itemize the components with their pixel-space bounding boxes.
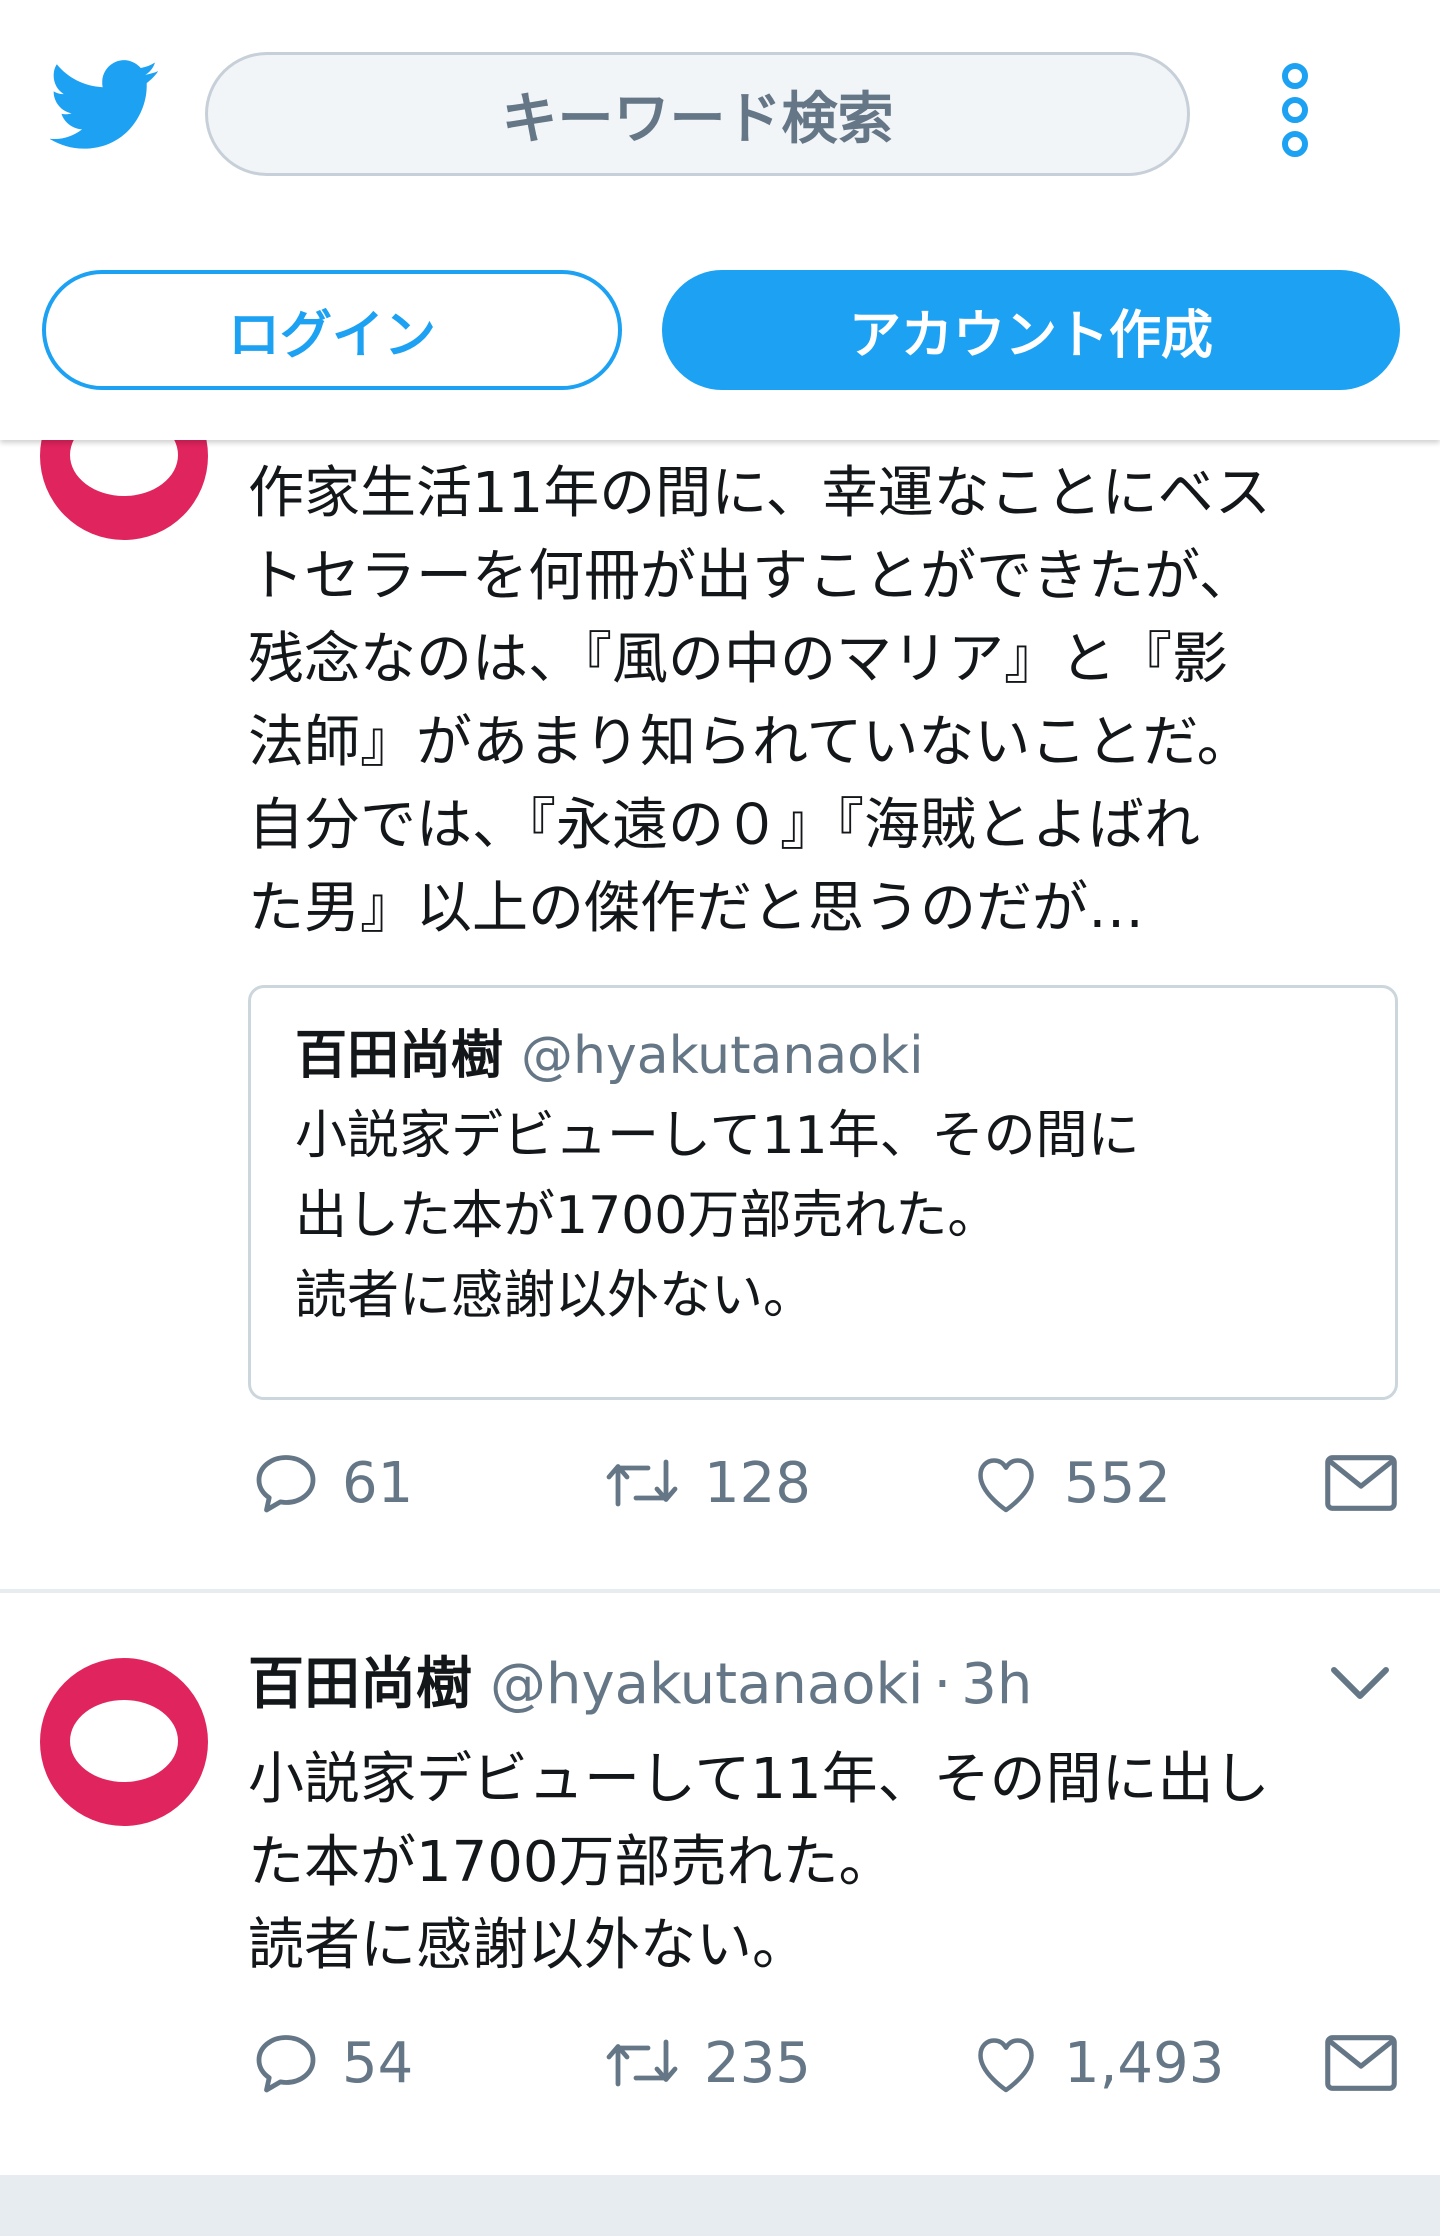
tweet-text: 小説家デビューして11年、その間に出し た本が1700万部売れた。 読者に感謝以… [248, 1738, 1270, 1987]
heart-icon [978, 2038, 1034, 2093]
tweet-text-line: 自分では、『永遠の０』『海賊とよばれ [248, 793, 1200, 858]
reply-count: 61 [342, 1450, 414, 1516]
direct-message-button[interactable] [1323, 1443, 1419, 1523]
quoted-tweet-line: 出した本が1700万部売れた。 [295, 1186, 1000, 1246]
retweet-count: 235 [704, 2030, 811, 2096]
chevron-down-icon[interactable] [1328, 1662, 1392, 1706]
like-count: 1,493 [1064, 2030, 1225, 2096]
reply-icon [256, 1455, 316, 1513]
like-count: 552 [1064, 1450, 1171, 1516]
retweet-count: 128 [704, 1450, 811, 1516]
heart-icon [978, 1458, 1034, 1513]
more-options-icon[interactable] [1275, 60, 1315, 160]
quoted-tweet-header: 百田尚樹 @hyakutanaoki [295, 1016, 1395, 1096]
tweet-text-line: 読者に感謝以外ない。 [248, 1913, 808, 1978]
twitter-bird-icon[interactable] [50, 60, 160, 152]
direct-message-button[interactable] [1323, 2023, 1419, 2103]
tweet-text: 作家生活11年の間に、幸運なことにベス トセラーを何冊が出すことができたが、 残… [248, 452, 1271, 950]
reply-icon [256, 2035, 316, 2093]
login-button[interactable]: ログイン [42, 270, 622, 390]
tweet-timestamp[interactable]: 3h [961, 1652, 1032, 1717]
reply-button[interactable]: 61 [250, 1443, 413, 1523]
tweet-header: 百田尚樹 @hyakutanaoki · 3h [248, 1645, 1032, 1725]
quoted-author-handle: @hyakutanaoki [521, 1026, 924, 1086]
author-handle[interactable]: @hyakutanaoki [490, 1652, 923, 1717]
like-button[interactable]: 552 [968, 1443, 1171, 1523]
quoted-tweet-line: 小説家デビューして11年、その間に [295, 1106, 1140, 1166]
timeline-bottom-bar [0, 2175, 1440, 2236]
tweet-text-line: た本が1700万部売れた。 [248, 1830, 895, 1895]
tweet-text-line: 小説家デビューして11年、その間に出し [248, 1747, 1270, 1812]
tweet-text-line: た男』以上の傑作だと思うのだが… [248, 876, 1144, 941]
tweet-actions: 61 128 552 [248, 1443, 1398, 1523]
envelope-icon [1325, 2035, 1397, 2091]
reply-count: 54 [342, 2030, 414, 2096]
like-button[interactable]: 1,493 [968, 2023, 1224, 2103]
retweet-button[interactable]: 235 [600, 2023, 811, 2103]
reply-button[interactable]: 54 [250, 2023, 413, 2103]
retweet-icon [606, 2039, 678, 2087]
tweet-text-line: 法師』があまり知られていないことだ。 [248, 710, 1253, 775]
quoted-tweet-line: 読者に感謝以外ない。 [295, 1266, 816, 1326]
quoted-author-name: 百田尚樹 [295, 1026, 504, 1086]
author-name[interactable]: 百田尚樹 [248, 1652, 472, 1717]
top-header: キーワード検索 ログイン アカウント作成 [0, 0, 1440, 440]
avatar[interactable] [40, 1658, 208, 1826]
retweet-icon [606, 1459, 678, 1507]
tweet-actions: 54 235 1,493 [248, 2023, 1398, 2103]
retweet-button[interactable]: 128 [600, 1443, 811, 1523]
tweet-text-line: 作家生活11年の間に、幸運なことにベス [248, 461, 1271, 526]
tweet-divider [0, 1589, 1440, 1593]
tweet-text-line: 残念なのは、『風の中のマリア』と『影 [248, 627, 1228, 692]
header-separator: · [933, 1652, 952, 1717]
envelope-icon [1325, 1455, 1397, 1511]
search-input[interactable]: キーワード検索 [205, 52, 1190, 176]
search-placeholder: キーワード検索 [501, 86, 894, 152]
quoted-tweet[interactable]: 百田尚樹 @hyakutanaoki 小説家デビューして11年、その間に 出した本… [248, 985, 1398, 1400]
tweet-text-line: トセラーを何冊が出すことができたが、 [248, 544, 1255, 609]
signup-button[interactable]: アカウント作成 [662, 270, 1400, 390]
